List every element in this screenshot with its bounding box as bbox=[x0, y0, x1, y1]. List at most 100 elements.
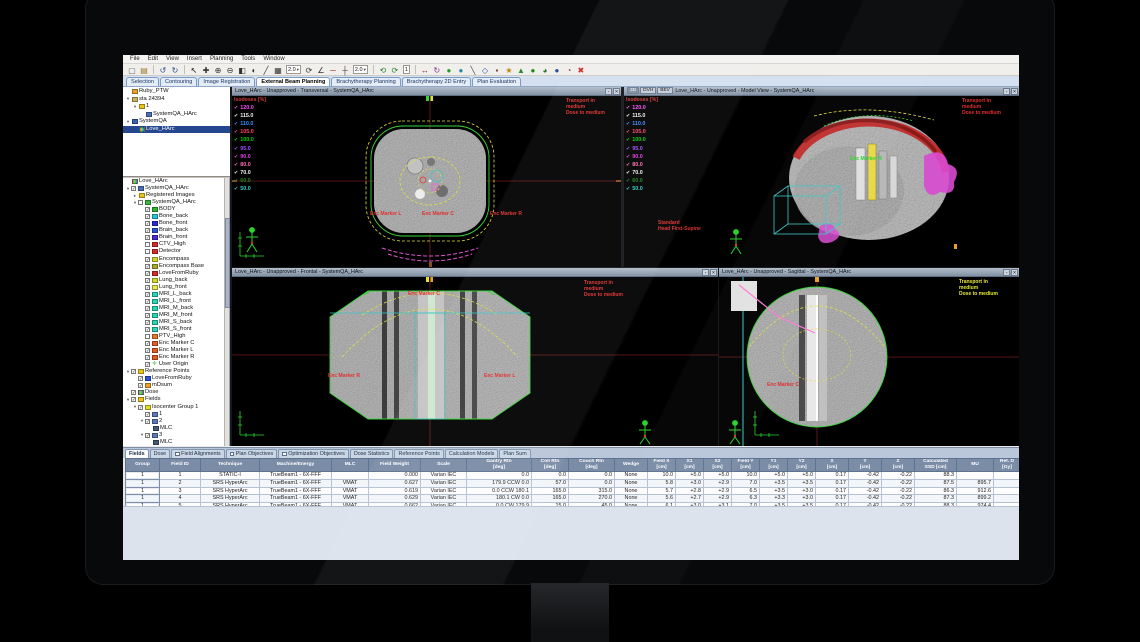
checkbox[interactable]: ✓ bbox=[145, 412, 150, 417]
checkbox-icon[interactable]: ✔ bbox=[234, 137, 238, 143]
checkbox[interactable] bbox=[138, 200, 143, 205]
brush-tool-icon[interactable]: ▪ bbox=[492, 65, 502, 75]
checkbox-icon[interactable]: ✔ bbox=[626, 178, 630, 184]
zoom-in-icon[interactable]: ⊕ bbox=[213, 65, 223, 75]
tree-item-body[interactable]: ✓BODY bbox=[123, 206, 225, 213]
polygon-tool-icon[interactable]: ◇ bbox=[480, 65, 490, 75]
checkbox[interactable]: ✓ bbox=[131, 186, 136, 191]
checkbox[interactable]: ✓ bbox=[131, 390, 136, 395]
target-teal-icon[interactable]: ● bbox=[456, 65, 466, 75]
window-level-icon[interactable]: ◐ bbox=[249, 65, 259, 75]
checkbox[interactable]: ✓ bbox=[145, 264, 150, 269]
tree-item-love-harc[interactable]: Love_HArc bbox=[123, 178, 225, 185]
checkbox[interactable]: ✓ bbox=[145, 313, 150, 318]
viewport-model-view[interactable]: 3DDVHBEV Love_HArc - Unapproved - Model … bbox=[624, 87, 1019, 267]
checkbox[interactable]: ✓ bbox=[145, 285, 150, 290]
isodose-level-110-0[interactable]: ✔110.0 bbox=[234, 120, 266, 128]
checkbox[interactable]: ✓ bbox=[145, 207, 150, 212]
tree-item-mri-m-back[interactable]: ✓MRI_M_back bbox=[123, 305, 225, 312]
checkbox[interactable]: ✓ bbox=[145, 362, 150, 367]
isodose-level-90-0[interactable]: ✔90.0 bbox=[626, 153, 658, 161]
checkbox[interactable]: ✓ bbox=[145, 271, 150, 276]
tree-expand-icon[interactable]: ▸ bbox=[132, 193, 138, 199]
viewport-title-bar[interactable]: Love_HArc - Unapproved - Frontal - Syste… bbox=[232, 268, 718, 277]
globe-green-icon[interactable]: ● bbox=[528, 65, 538, 75]
menu-tools[interactable]: Tools bbox=[237, 55, 259, 64]
checkbox-icon[interactable]: ✔ bbox=[626, 137, 630, 143]
checkbox[interactable]: ✓ bbox=[138, 405, 143, 410]
tab-optimization-objectives[interactable]: Optimization Objectives bbox=[278, 449, 349, 459]
viewport-title-bar[interactable]: Love_HArc - Unapproved - Transversal - S… bbox=[232, 87, 621, 96]
menu-window[interactable]: Window bbox=[259, 55, 288, 64]
checkbox[interactable]: ✓ bbox=[145, 292, 150, 297]
maximize-icon[interactable]: ▫ bbox=[605, 88, 612, 95]
globe-red-icon[interactable]: ◔ bbox=[564, 65, 574, 75]
tab-plan-objectives[interactable]: Plan Objectives bbox=[226, 449, 277, 459]
tree-item-encompass[interactable]: ✓Encompass bbox=[123, 256, 225, 263]
menu-view[interactable]: View bbox=[162, 55, 183, 64]
checkbox-icon[interactable]: ✔ bbox=[626, 129, 630, 135]
tree-item-registered-images[interactable]: ▸Registered Images bbox=[123, 192, 225, 199]
checkbox[interactable]: ✓ bbox=[145, 257, 150, 262]
tree-item-enc-marker-r[interactable]: ✓Enc Marker R bbox=[123, 354, 225, 361]
isodose-level-95-0[interactable]: ✔95.0 bbox=[234, 144, 266, 152]
isodose-level-120-0[interactable]: ✔120.0 bbox=[234, 104, 266, 112]
grid-icon[interactable]: ▦ bbox=[273, 65, 283, 75]
tree-item-1[interactable]: ▾1 bbox=[123, 103, 230, 111]
checkbox-icon[interactable]: ✔ bbox=[234, 146, 238, 152]
isodose-level-100-0[interactable]: ✔100.0 bbox=[626, 136, 658, 144]
tab-field-alignments[interactable]: Field Alignments bbox=[171, 449, 225, 459]
checkbox[interactable]: ✓ bbox=[145, 433, 150, 438]
checkbox[interactable] bbox=[145, 334, 150, 339]
close-icon[interactable]: ✕ bbox=[710, 269, 717, 276]
zoom-out-icon[interactable]: ⊖ bbox=[225, 65, 235, 75]
globe-earth-icon[interactable]: ◕ bbox=[540, 65, 550, 75]
zoom-factor-input[interactable]: 2.0▾ bbox=[286, 65, 301, 74]
maximize-icon[interactable]: ▫ bbox=[1003, 269, 1010, 276]
measure-angle-icon[interactable]: ∠ bbox=[316, 65, 326, 75]
rotate-field-icon[interactable]: ↻ bbox=[432, 65, 442, 75]
isodose-level-95-0[interactable]: ✔95.0 bbox=[626, 144, 658, 152]
tree-item-brain-back[interactable]: ✓Brain_back bbox=[123, 227, 225, 234]
checkbox[interactable]: ✓ bbox=[145, 278, 150, 283]
tree-item-mri-s-front[interactable]: ✓MRI_S_front bbox=[123, 326, 225, 333]
undo-icon[interactable]: ↺ bbox=[158, 65, 168, 75]
checkbox-icon[interactable]: ✔ bbox=[234, 121, 238, 127]
tree-item-love-harc[interactable]: Love_HArc bbox=[123, 126, 230, 134]
field-row-1[interactable]: 11STATIC-ITrueBeam1 - 6X-FFF0.000Varian … bbox=[126, 472, 1020, 480]
checkbox-icon[interactable]: ✔ bbox=[626, 186, 630, 192]
checkbox-icon[interactable]: ✔ bbox=[626, 121, 630, 127]
tree-item-lung-front[interactable]: ✓Lung_front bbox=[123, 284, 225, 291]
isodose-level-90-0[interactable]: ✔90.0 bbox=[234, 153, 266, 161]
tree-item-reference-points[interactable]: ▾✓Reference Points bbox=[123, 368, 225, 375]
tab-plan-evaluation[interactable]: Plan Evaluation bbox=[472, 77, 521, 86]
checkbox[interactable]: ✓ bbox=[145, 419, 150, 424]
target-green-icon[interactable]: ● bbox=[444, 65, 454, 75]
isodose-level-80-0[interactable]: ✔80.0 bbox=[626, 161, 658, 169]
isodose-level-50-0[interactable]: ✔50.0 bbox=[626, 185, 658, 193]
viewport-title-bar[interactable]: Love_HArc - Unapproved - Sagittal - Syst… bbox=[719, 268, 1019, 277]
tree-item-encompass-base[interactable]: ✓Encompass Base bbox=[123, 263, 225, 270]
tree-item-1[interactable]: ✓1 bbox=[123, 411, 225, 418]
tab-dose-statistics[interactable]: Dose Statistics bbox=[350, 449, 394, 459]
checkbox-icon[interactable]: ✔ bbox=[234, 162, 238, 168]
tree-item-sta-24394[interactable]: ▾sta 24394 bbox=[123, 96, 230, 104]
checkbox[interactable] bbox=[175, 452, 180, 457]
tree-expand-icon[interactable]: ▾ bbox=[132, 104, 138, 110]
tree-item-mri-l-front[interactable]: ✓MRI_L_front bbox=[123, 298, 225, 305]
viewport-sagittal[interactable]: Love_HArc - Unapproved - Sagittal - Syst… bbox=[719, 268, 1019, 446]
field-row-2[interactable]: 12SRS HyperArcTrueBeam1 - 6X-FFFVMAT0.62… bbox=[126, 479, 1020, 487]
redo-icon[interactable]: ↻ bbox=[170, 65, 180, 75]
tree-item-mdsum[interactable]: ✓mDsum bbox=[123, 382, 225, 389]
checkbox[interactable]: ✓ bbox=[131, 397, 136, 402]
checkbox[interactable] bbox=[230, 452, 235, 457]
refresh-right-icon[interactable]: ⟳ bbox=[390, 65, 400, 75]
new-icon[interactable]: ▢ bbox=[127, 65, 137, 75]
checkbox[interactable]: ✓ bbox=[131, 369, 136, 374]
tree-item-2[interactable]: ▾✓2 bbox=[123, 418, 225, 425]
globe-blue-icon[interactable]: ● bbox=[552, 65, 562, 75]
checkbox-icon[interactable]: ✔ bbox=[626, 113, 630, 119]
tab-fields[interactable]: Fields bbox=[125, 449, 149, 459]
checkbox-icon[interactable]: ✔ bbox=[234, 113, 238, 119]
checkbox-icon[interactable]: ✔ bbox=[626, 170, 630, 176]
